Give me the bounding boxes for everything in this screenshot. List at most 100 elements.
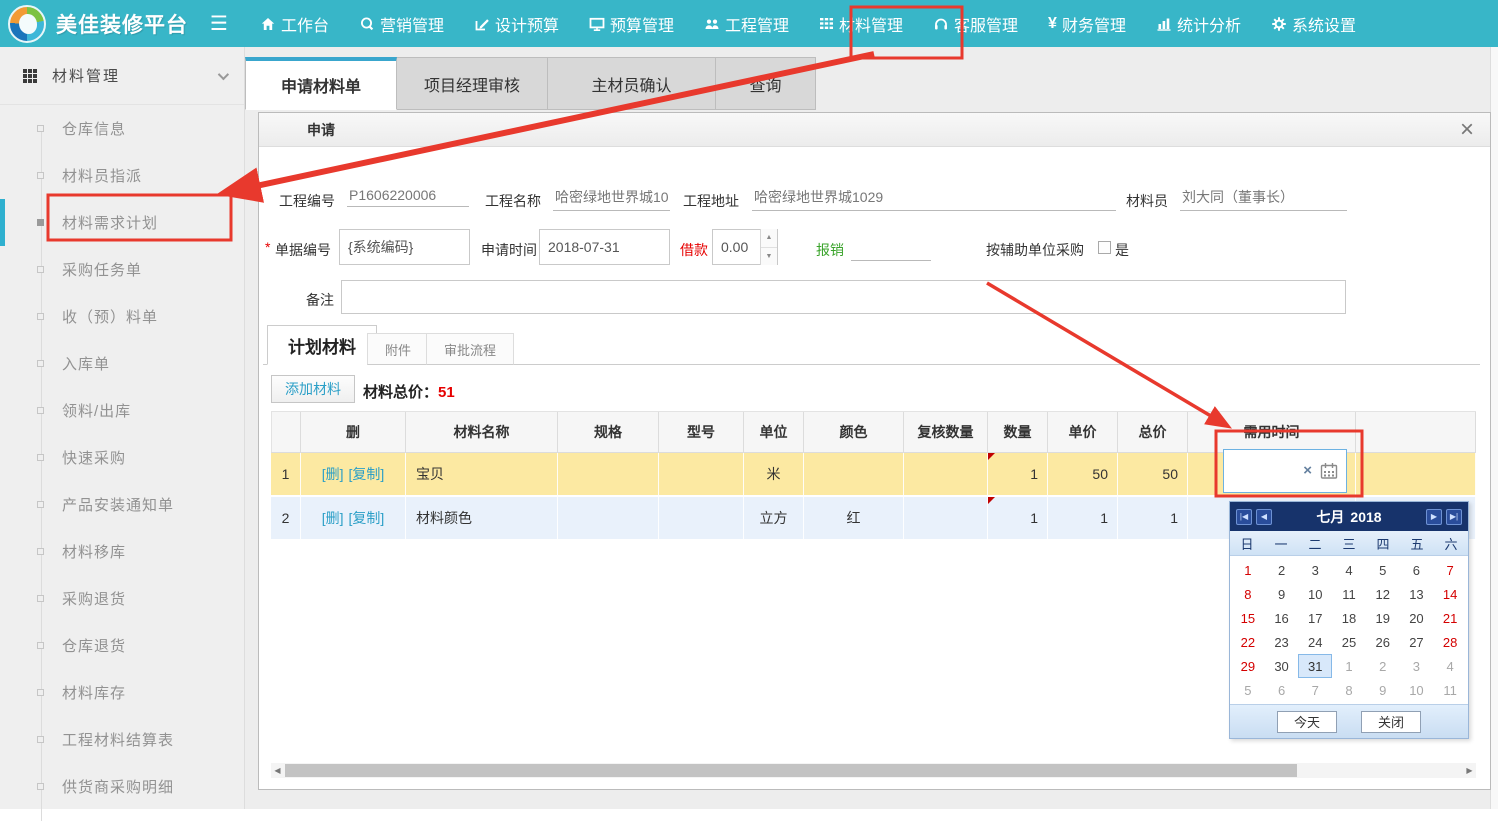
horizontal-scrollbar[interactable]: ◀ ▶ — [271, 763, 1476, 778]
calendar-day[interactable]: 29 — [1231, 654, 1265, 678]
subtab-approval-flow[interactable]: 审批流程 — [426, 333, 514, 365]
add-material-button[interactable]: 添加材料 — [271, 375, 355, 403]
calendar-day[interactable]: 2 — [1265, 558, 1299, 582]
sidebar-item[interactable]: 工程材料结算表 — [0, 716, 244, 763]
cell-price[interactable]: 50 — [1048, 453, 1118, 495]
calendar-prev-button[interactable]: ◀ — [1256, 509, 1272, 525]
calendar-day[interactable]: 3 — [1400, 654, 1434, 678]
calendar-day[interactable]: 30 — [1265, 654, 1299, 678]
calendar-day[interactable]: 11 — [1433, 678, 1467, 702]
calendar-day[interactable]: 6 — [1400, 558, 1434, 582]
calendar-day[interactable]: 24 — [1298, 630, 1332, 654]
calendar-day[interactable]: 27 — [1400, 630, 1434, 654]
sidebar-item[interactable]: 材料员指派 — [0, 152, 244, 199]
nav-item-finance[interactable]: ¥ 财务管理 — [1048, 12, 1126, 36]
calendar-day[interactable]: 5 — [1366, 558, 1400, 582]
calendar-day[interactable]: 10 — [1298, 582, 1332, 606]
calendar-day[interactable]: 21 — [1433, 606, 1467, 630]
tab-apply-material[interactable]: 申请材料单 — [245, 57, 397, 110]
reimburse-input[interactable] — [851, 243, 931, 261]
calendar-day[interactable]: 12 — [1366, 582, 1400, 606]
calendar-day[interactable]: 16 — [1265, 606, 1299, 630]
calendar-day[interactable]: 10 — [1400, 678, 1434, 702]
sidebar-item[interactable]: 采购任务单 — [0, 246, 244, 293]
subtab-attachment[interactable]: 附件 — [367, 333, 429, 365]
nav-item-service[interactable]: 客服管理 — [933, 12, 1018, 36]
calendar-last-button[interactable]: ▶| — [1446, 509, 1462, 525]
calendar-day[interactable]: 2 — [1366, 654, 1400, 678]
calendar-day[interactable]: 20 — [1400, 606, 1434, 630]
sidebar-item[interactable]: 仓库退货 — [0, 622, 244, 669]
calendar-day[interactable]: 13 — [1400, 582, 1434, 606]
sidebar-item[interactable]: 产品安装通知单 — [0, 481, 244, 528]
sidebar-item[interactable]: 材料需求计划 — [0, 199, 244, 246]
calendar-day-selected[interactable]: 31 — [1298, 654, 1332, 678]
calendar-day[interactable]: 7 — [1433, 558, 1467, 582]
calendar-day[interactable]: 9 — [1366, 678, 1400, 702]
sidebar-item[interactable]: 仓库信息 — [0, 105, 244, 152]
spinner-up-icon[interactable]: ▲ — [761, 229, 777, 248]
calendar-day[interactable]: 18 — [1332, 606, 1366, 630]
calendar-day[interactable]: 4 — [1332, 558, 1366, 582]
calendar-day[interactable]: 6 — [1265, 678, 1299, 702]
sidebar-header[interactable]: 材料管理 — [0, 47, 244, 105]
calendar-icon[interactable] — [1319, 461, 1339, 481]
sidebar-item[interactable]: 采购退货 — [0, 575, 244, 622]
calendar-day[interactable]: 8 — [1231, 582, 1265, 606]
sidebar-item[interactable]: 材料库存 — [0, 669, 244, 716]
calendar-day[interactable]: 11 — [1332, 582, 1366, 606]
calendar-day[interactable]: 14 — [1433, 582, 1467, 606]
aux-unit-checkbox[interactable] — [1098, 241, 1111, 254]
page-scrollbar-rail[interactable] — [1490, 47, 1498, 809]
remark-input[interactable] — [341, 280, 1346, 314]
calendar-day[interactable]: 25 — [1332, 630, 1366, 654]
hamburger-menu-icon[interactable]: ☰ — [210, 11, 228, 36]
cell-price[interactable]: 1 — [1048, 497, 1118, 539]
nav-item-material[interactable]: 材料管理 — [819, 12, 903, 36]
copy-link[interactable]: [复制] — [349, 464, 385, 484]
sidebar-item[interactable]: 入库单 — [0, 340, 244, 387]
sidebar-item[interactable]: 领料/出库 — [0, 387, 244, 434]
calendar-day[interactable]: 9 — [1265, 582, 1299, 606]
calendar-day[interactable]: 28 — [1433, 630, 1467, 654]
tab-pm-review[interactable]: 项目经理审核 — [397, 57, 548, 110]
nav-item-stats[interactable]: 统计分析 — [1156, 12, 1241, 36]
calendar-close-button[interactable]: 关闭 — [1361, 711, 1421, 733]
calendar-day[interactable]: 1 — [1332, 654, 1366, 678]
calendar-day[interactable]: 19 — [1366, 606, 1400, 630]
nav-item-workbench[interactable]: 工作台 — [260, 12, 329, 36]
scrollbar-thumb[interactable] — [285, 764, 1297, 777]
calendar-month[interactable]: 七月 — [1316, 509, 1344, 525]
clear-icon[interactable]: × — [1303, 464, 1312, 478]
calendar-day[interactable]: 1 — [1231, 558, 1265, 582]
tab-material-confirm[interactable]: 主材员确认 — [548, 57, 716, 110]
tab-query[interactable]: 查询 — [716, 57, 816, 110]
need-time-date-input[interactable]: × — [1223, 449, 1347, 493]
calendar-day[interactable]: 5 — [1231, 678, 1265, 702]
nav-item-marketing[interactable]: 营销管理 — [359, 12, 444, 36]
calendar-day[interactable]: 7 — [1298, 678, 1332, 702]
apply-time-input[interactable] — [539, 229, 670, 265]
spinner-down-icon[interactable]: ▼ — [761, 248, 777, 266]
copy-link[interactable]: [复制] — [349, 508, 385, 528]
calendar-first-button[interactable]: |◀ — [1236, 509, 1252, 525]
delete-link[interactable]: [删] — [322, 464, 344, 484]
calendar-day[interactable]: 23 — [1265, 630, 1299, 654]
sidebar-item[interactable]: 供货商采购明细 — [0, 763, 244, 810]
calendar-year[interactable]: 2018 — [1350, 509, 1381, 525]
close-icon[interactable]: × — [1460, 119, 1474, 141]
sidebar-item[interactable]: 快速采购 — [0, 434, 244, 481]
doc-no-input[interactable] — [339, 229, 470, 265]
cell-qty[interactable]: 1 — [988, 453, 1048, 495]
scroll-right-icon[interactable]: ▶ — [1463, 763, 1476, 778]
cell-qty[interactable]: 1 — [988, 497, 1048, 539]
scroll-left-icon[interactable]: ◀ — [271, 763, 284, 778]
calendar-day[interactable]: 22 — [1231, 630, 1265, 654]
subtab-plan-material[interactable]: 计划材料 — [267, 325, 377, 365]
calendar-day[interactable]: 17 — [1298, 606, 1332, 630]
delete-link[interactable]: [删] — [322, 508, 344, 528]
calendar-day[interactable]: 8 — [1332, 678, 1366, 702]
nav-item-settings[interactable]: 系统设置 — [1271, 12, 1356, 36]
calendar-next-button[interactable]: ▶ — [1426, 509, 1442, 525]
nav-item-design-budget[interactable]: 设计预算 — [474, 12, 559, 36]
